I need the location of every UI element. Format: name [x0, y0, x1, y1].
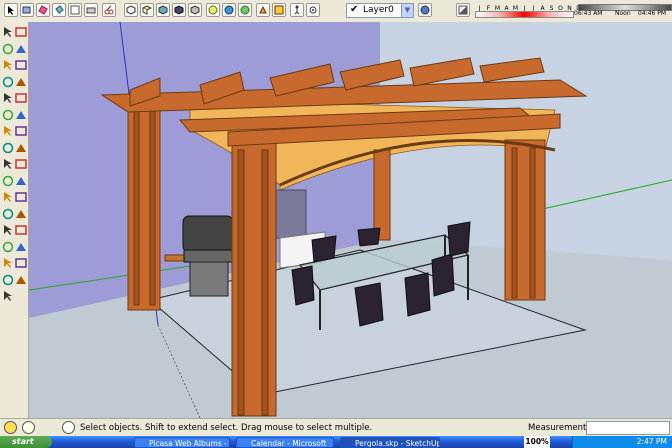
time-noon-label: Noon [615, 10, 631, 17]
move-tool-icon[interactable] [2, 109, 14, 121]
wireframe-icon[interactable] [222, 3, 236, 17]
textured-icon[interactable] [272, 3, 286, 17]
protractor-tool-icon[interactable] [2, 175, 14, 187]
system-tray: 2:47 PM [572, 436, 672, 448]
select-icon[interactable] [4, 3, 18, 17]
select-tool-icon[interactable] [2, 26, 14, 38]
previous-view-tool-icon[interactable] [15, 241, 27, 253]
pergola-scene[interactable] [29, 22, 672, 418]
tape-measure-tool-icon[interactable] [2, 158, 14, 170]
back-view-icon[interactable] [188, 3, 202, 17]
dimension-tool-icon[interactable] [15, 158, 27, 170]
3d-viewport[interactable] [29, 22, 672, 418]
walk-icon[interactable] [290, 3, 304, 17]
time-end-label: 04:46 PM [638, 10, 666, 17]
taskbar-item-sketchup[interactable]: Pergola.skp - SketchUp [340, 437, 440, 448]
make-component-icon[interactable] [20, 3, 34, 17]
grill-body [183, 249, 235, 263]
look-around-icon[interactable] [306, 3, 320, 17]
grill-lid [182, 215, 234, 253]
help-icon[interactable] [62, 421, 75, 434]
xray-icon[interactable] [206, 3, 220, 17]
section-plane-tool-icon[interactable] [15, 274, 27, 286]
save-icon[interactable] [68, 3, 82, 17]
walk-tool-icon[interactable] [15, 257, 27, 269]
grill-cabinet [189, 261, 229, 297]
freehand-tool-icon[interactable] [15, 92, 27, 104]
chevron-down-icon[interactable]: ▼ [401, 4, 413, 17]
push-pull-tool-icon[interactable] [15, 109, 27, 121]
windows-taskbar: start Picasa Web Albums - Calendar - Mic… [0, 436, 672, 448]
main-toolbar: ✔ Layer0 ▼ JFMAMJJASOND 06:43 AM Noon 04… [0, 0, 672, 23]
arc-tool-icon[interactable] [15, 76, 27, 88]
orbit-tool-icon[interactable] [2, 208, 14, 220]
3d-text-tool-icon[interactable] [15, 191, 27, 203]
look-around-tool-icon[interactable] [2, 274, 14, 286]
taskbar-item-calendar[interactable]: Calendar - Microsoft [236, 437, 334, 448]
shadow-settings: JFMAMJJASOND 06:43 AM Noon 04:46 PM [475, 3, 672, 20]
right-view-icon[interactable] [172, 3, 186, 17]
eraser-icon[interactable] [36, 3, 50, 17]
right-back-post [504, 139, 546, 301]
pan-tool-icon[interactable] [15, 208, 27, 220]
front-view-icon[interactable] [156, 3, 170, 17]
start-button[interactable]: start [0, 436, 52, 448]
measurements-input[interactable] [586, 421, 670, 435]
axes-tool-icon[interactable] [2, 191, 14, 203]
rectangle-tool-icon[interactable] [2, 59, 14, 71]
zoom-tool-icon[interactable] [2, 224, 14, 236]
offset-tool-icon[interactable] [15, 142, 27, 154]
eraser-tool-icon[interactable] [15, 43, 27, 55]
time-start-label: 06:43 AM [574, 10, 603, 17]
layer-active-check-icon: ✔ [350, 4, 359, 15]
layer-name: Layer0 [363, 5, 394, 15]
paint-bucket-tool-icon[interactable] [2, 43, 14, 55]
zoom-window-tool-icon[interactable] [15, 224, 27, 236]
status-message: Select objects. Shift to extend select. … [80, 423, 373, 433]
top-view-icon[interactable] [140, 3, 154, 17]
measurements-label: Measurements [528, 423, 591, 433]
circle-tool-icon[interactable] [2, 76, 14, 88]
follow-me-tool-icon[interactable] [15, 125, 27, 137]
layer-manager-icon[interactable] [418, 3, 432, 17]
print-icon[interactable] [84, 3, 98, 17]
scale-tool-icon[interactable] [2, 142, 14, 154]
back-post-center [373, 149, 391, 241]
sandbox-tool-icon[interactable] [2, 290, 14, 302]
taskbar-item-picasa[interactable]: Picasa Web Albums - [134, 437, 230, 448]
hidden-line-icon[interactable] [238, 3, 252, 17]
zoom-extents-tool-icon[interactable] [2, 241, 14, 253]
shaded-icon[interactable] [256, 3, 270, 17]
component-tool-icon[interactable] [15, 26, 27, 38]
clock: 2:47 PM [636, 437, 667, 446]
polygon-tool-icon[interactable] [2, 92, 14, 104]
zoom-level-badge: 100% [524, 436, 550, 448]
geo-location-icon[interactable] [4, 421, 17, 434]
cut-icon[interactable] [102, 3, 116, 17]
month-slider[interactable] [475, 11, 574, 18]
line-tool-icon[interactable] [15, 59, 27, 71]
text-tool-icon[interactable] [15, 175, 27, 187]
tool-palette [0, 22, 29, 418]
layer-dropdown[interactable]: ✔ Layer0 ▼ [346, 3, 414, 18]
position-camera-tool-icon[interactable] [2, 257, 14, 269]
rotate-tool-icon[interactable] [2, 125, 14, 137]
status-bar: Select objects. Shift to extend select. … [0, 418, 672, 437]
shadow-toggle-icon[interactable] [456, 3, 470, 17]
paint-bucket-icon[interactable] [52, 3, 66, 17]
credits-icon[interactable] [22, 421, 35, 434]
iso-view-icon[interactable] [124, 3, 138, 17]
